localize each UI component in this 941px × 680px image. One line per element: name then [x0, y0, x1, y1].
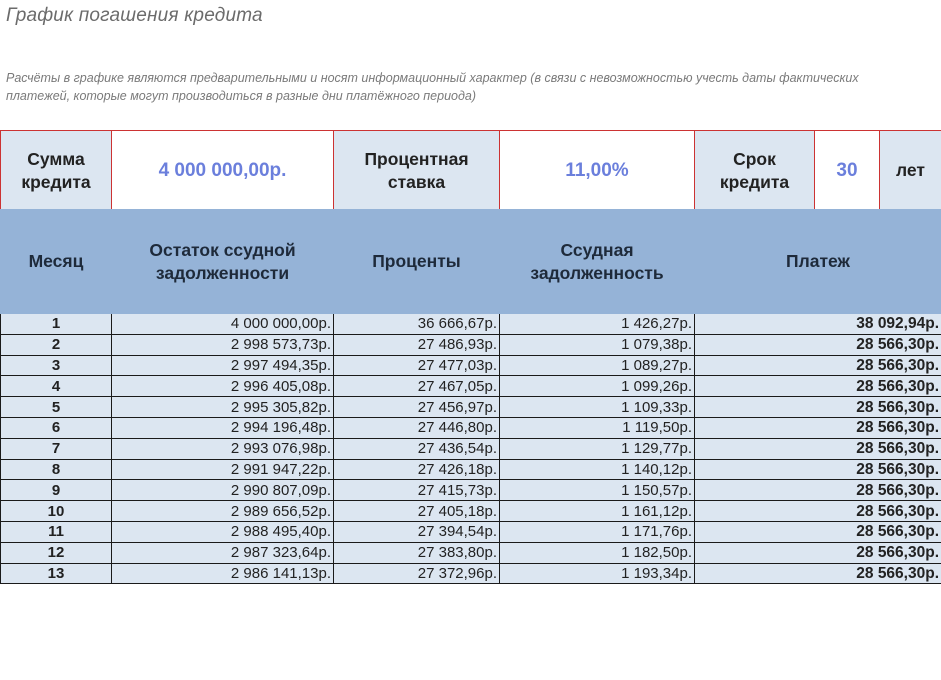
table-row: 72 993 076,98р. 27 436,54р. 1 129,77р. 28 5… [0, 437, 941, 460]
cell-month: 3 [0, 354, 112, 377]
cell-principal: 1 171,76р. [499, 520, 695, 543]
cell-principal: 1 099,26р. [499, 375, 695, 398]
cell-month: 7 [0, 437, 112, 460]
page-title: График погашения кредита [6, 5, 263, 26]
cell-principal: 1 182,50р. [499, 541, 695, 564]
table-row: 10 2 989 656,52р. 27 405,18р. 1 161,12р. 28 … [0, 500, 941, 522]
cell-payment: 28 566,30р. [694, 562, 941, 585]
table-row: 92 990 807,09р. 27 415,73р. 1 150,57р. 28 5… [0, 479, 941, 502]
loan-params-table: Сумма кредита 4 000 000,00р. Процентная … [0, 130, 941, 211]
amount-input[interactable]: 4 000 000,00р. [111, 130, 334, 211]
table-row: 42 996 405,08р. 27 467,05р. 1 099,26р. 28 5… [0, 375, 941, 398]
cell-balance: 2 990 807,09р. [111, 479, 334, 502]
cell-payment: 28 566,30р. [694, 541, 941, 564]
cell-payment: 28 566,30р. [694, 375, 941, 398]
table-row: 13 2 986 141,13р. 27 372,96р. 1 193,34р. 28 … [0, 562, 941, 585]
rate-input[interactable]: 11,00% [499, 130, 695, 211]
cell-month: 2 [0, 333, 112, 356]
cell-principal: 1 193,34р. [499, 562, 695, 585]
table-row: 52 995 305,82р. 27 456,97р. 1 109,33р. 28 5… [0, 396, 941, 418]
disclaimer-text: Расчёты в графике являются предварительн… [6, 71, 859, 103]
col-balance-header: Остаток ссудной задолженности [111, 209, 334, 314]
table-row: 14 000 000,00р. 36 666,67р. 1 426,27р. 38 0… [0, 313, 941, 335]
cell-interest: 27 394,54р. [333, 520, 500, 543]
table-row: 82 991 947,22р. 27 426,18р. 1 140,12р. 28 5… [0, 458, 941, 481]
cell-balance: 2 993 076,98р. [111, 437, 334, 460]
cell-month: 12 [0, 541, 112, 564]
cell-interest: 27 446,80р. [333, 416, 500, 439]
cell-balance: 2 994 196,48р. [111, 416, 334, 439]
cell-payment: 28 566,30р. [694, 396, 941, 418]
cell-interest: 36 666,67р. [333, 313, 500, 335]
schedule-header-row: Месяц Остаток ссудной задолженности Проц… [0, 209, 941, 314]
cell-balance: 2 998 573,73р. [111, 333, 334, 356]
cell-interest: 27 426,18р. [333, 458, 500, 481]
cell-interest: 27 467,05р. [333, 375, 500, 398]
cell-month: 8 [0, 458, 112, 481]
cell-payment: 28 566,30р. [694, 520, 941, 543]
table-row: 11 2 988 495,40р. 27 394,54р. 1 171,76р. 28 … [0, 520, 941, 543]
cell-interest: 27 456,97р. [333, 396, 500, 418]
cell-month: 4 [0, 375, 112, 398]
cell-interest: 27 405,18р. [333, 500, 500, 522]
cell-month: 6 [0, 416, 112, 439]
cell-principal: 1 150,57р. [499, 479, 695, 502]
cell-balance: 4 000 000,00р. [111, 313, 334, 335]
table-row: 32 997 494,35р. 27 477,03р. 1 089,27р. 28 5… [0, 354, 941, 377]
cell-payment: 28 566,30р. [694, 500, 941, 522]
term-input[interactable]: 30 [814, 130, 880, 211]
cell-interest: 27 372,96р. [333, 562, 500, 585]
cell-payment: 28 566,30р. [694, 416, 941, 439]
cell-balance: 2 988 495,40р. [111, 520, 334, 543]
cell-interest: 27 383,80р. [333, 541, 500, 564]
cell-month: 5 [0, 396, 112, 418]
cell-payment: 28 566,30р. [694, 333, 941, 356]
col-principal-header: Ссудная задолженность [499, 209, 695, 314]
table-row: 22 998 573,73р. 27 486,93р. 1 079,38р. 28 5… [0, 333, 941, 356]
schedule-body: 14 000 000,00р. 36 666,67р. 1 426,27р. 38 0… [0, 313, 941, 585]
cell-balance: 2 986 141,13р. [111, 562, 334, 585]
cell-payment: 28 566,30р. [694, 458, 941, 481]
cell-interest: 27 486,93р. [333, 333, 500, 356]
col-month-header: Месяц [0, 209, 112, 314]
amount-label: Сумма кредита [0, 130, 112, 211]
cell-principal: 1 079,38р. [499, 333, 695, 356]
col-interest-header: Проценты [333, 209, 500, 314]
cell-payment: 28 566,30р. [694, 437, 941, 460]
cell-month: 11 [0, 520, 112, 543]
cell-principal: 1 140,12р. [499, 458, 695, 481]
cell-balance: 2 996 405,08р. [111, 375, 334, 398]
term-unit-label: лет [879, 130, 941, 211]
payment-schedule-table: Месяц Остаток ссудной задолженности Проц… [0, 209, 941, 585]
cell-payment: 28 566,30р. [694, 354, 941, 377]
cell-principal: 1 426,27р. [499, 313, 695, 335]
cell-month: 1 [0, 313, 112, 335]
table-row: 62 994 196,48р. 27 446,80р. 1 119,50р. 28 5… [0, 416, 941, 439]
col-payment-header: Платеж [694, 209, 941, 314]
cell-principal: 1 119,50р. [499, 416, 695, 439]
cell-balance: 2 987 323,64р. [111, 541, 334, 564]
cell-interest: 27 415,73р. [333, 479, 500, 502]
table-row: 12 2 987 323,64р. 27 383,80р. 1 182,50р. 28 … [0, 541, 941, 564]
cell-principal: 1 109,33р. [499, 396, 695, 418]
cell-balance: 2 997 494,35р. [111, 354, 334, 377]
cell-principal: 1 129,77р. [499, 437, 695, 460]
loan-params-row: Сумма кредита 4 000 000,00р. Процентная … [0, 130, 941, 211]
cell-balance: 2 991 947,22р. [111, 458, 334, 481]
cell-interest: 27 436,54р. [333, 437, 500, 460]
cell-month: 13 [0, 562, 112, 585]
cell-month: 10 [0, 500, 112, 522]
cell-payment: 38 092,94р. [694, 313, 941, 335]
cell-balance: 2 989 656,52р. [111, 500, 334, 522]
rate-label: Процентная ставка [333, 130, 500, 211]
cell-interest: 27 477,03р. [333, 354, 500, 377]
cell-payment: 28 566,30р. [694, 479, 941, 502]
cell-balance: 2 995 305,82р. [111, 396, 334, 418]
cell-month: 9 [0, 479, 112, 502]
term-label: Срок кредита [694, 130, 815, 211]
cell-principal: 1 161,12р. [499, 500, 695, 522]
cell-principal: 1 089,27р. [499, 354, 695, 377]
